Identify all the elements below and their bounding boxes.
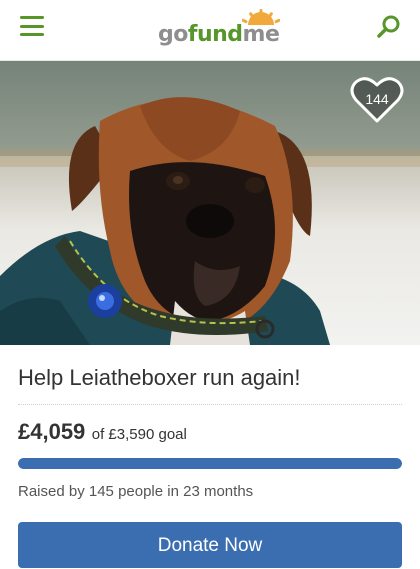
heart-count: 144 xyxy=(365,91,389,107)
donate-now-button[interactable]: Donate Now xyxy=(18,522,402,568)
campaign-hero-image[interactable]: 144 xyxy=(0,61,420,345)
campaign-details: Help Leiatheboxer run again! £4,059 of £… xyxy=(0,345,420,568)
logo-go: go xyxy=(158,22,188,47)
logo-me: me xyxy=(242,22,280,47)
goal-amount: of £3,590 goal xyxy=(91,426,187,443)
funding-progress-fill xyxy=(18,458,402,469)
donor-summary: Raised by 145 people in 23 months xyxy=(18,483,254,500)
amount-row: £4,059 of £3,590 goal xyxy=(18,405,402,445)
logo-wordmark: gofundme xyxy=(158,22,280,47)
app-header: gofundme xyxy=(0,0,420,61)
logo-fund: fund xyxy=(187,22,243,47)
hamburger-menu-icon[interactable] xyxy=(20,16,44,36)
raised-amount: £4,059 xyxy=(18,419,86,444)
search-icon[interactable] xyxy=(376,14,402,40)
campaign-title[interactable]: Help Leiatheboxer run again! xyxy=(18,345,402,405)
funding-progress-bar xyxy=(18,458,402,469)
favorite-heart-button[interactable]: 144 xyxy=(350,75,404,125)
gofundme-logo[interactable]: gofundme xyxy=(158,9,283,49)
